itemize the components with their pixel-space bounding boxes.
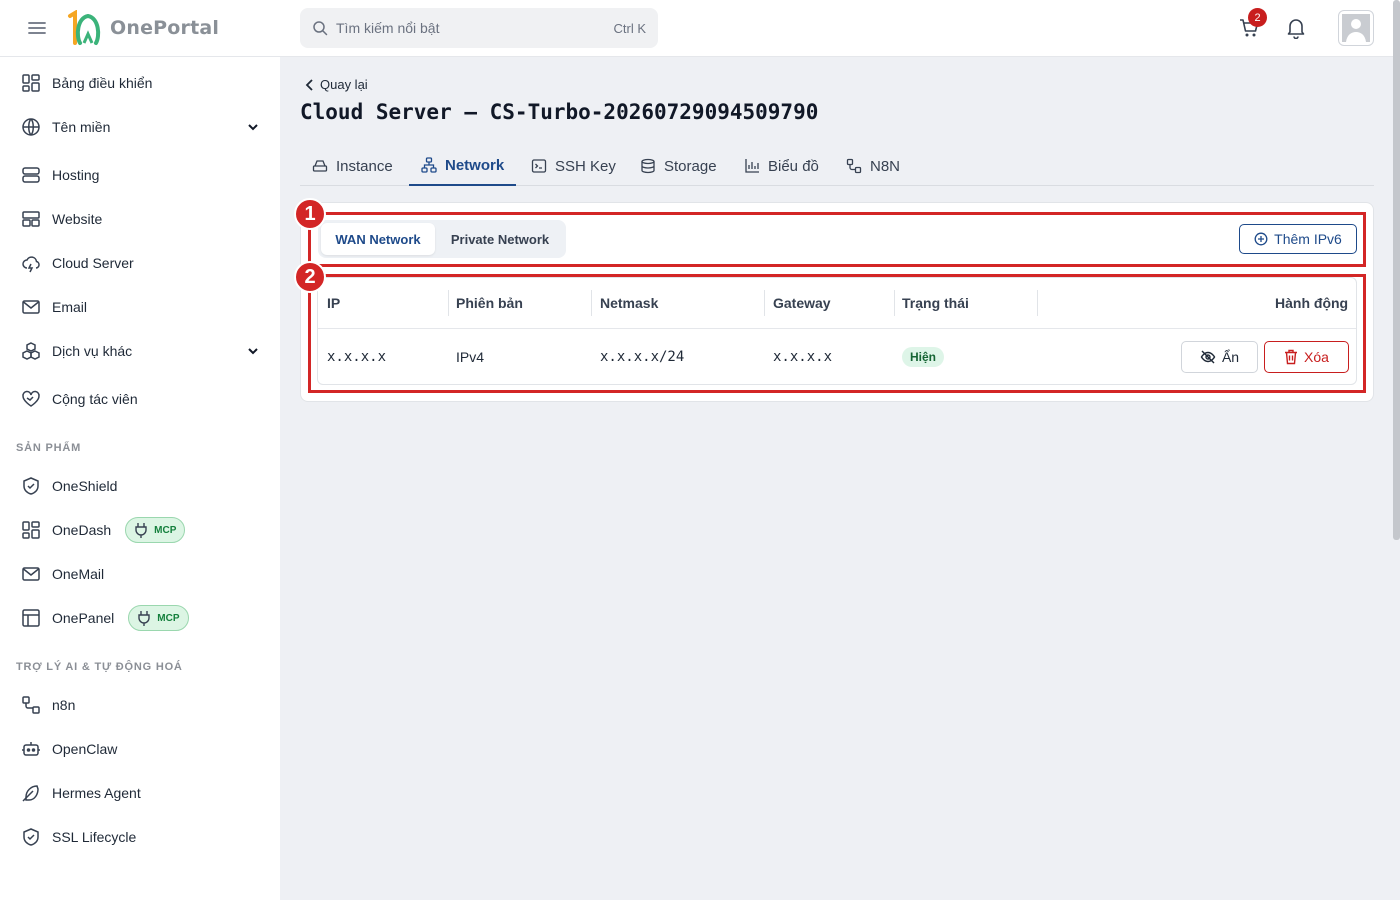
- drive-icon: [312, 160, 328, 172]
- section-title-ai: TRỢ LÝ AI & TỰ ĐỘNG HOÁ: [16, 661, 183, 673]
- sidebar-item-email[interactable]: Email: [20, 289, 270, 325]
- sidebar-item-label: OneDash: [52, 522, 112, 538]
- sidebar-item-label: Tên miền: [52, 119, 111, 135]
- website-icon: [22, 211, 40, 227]
- bot-icon: [22, 742, 40, 756]
- sidebar-item-label: Hermes Agent: [52, 785, 141, 801]
- server-icon: [22, 167, 40, 183]
- logo-mark-icon: [68, 10, 101, 45]
- sidebar-item-oneshield[interactable]: OneShield: [20, 468, 270, 504]
- dashboard-icon: [22, 521, 40, 539]
- sidebar-item-onepanel[interactable]: OnePanel MCP: [20, 600, 270, 636]
- search-input[interactable]: Tìm kiếm nổi bật Ctrl K: [300, 8, 658, 48]
- sidebar-item-label: n8n: [52, 697, 76, 713]
- annotation-badge-1: 1: [294, 198, 326, 230]
- sidebar-item-onedash[interactable]: OneDash MCP: [20, 512, 270, 548]
- menu-icon[interactable]: [28, 19, 46, 37]
- tab-bar: Instance Network SSH Key Storage Biểu đồ…: [300, 146, 1374, 186]
- sidebar-item-label: Cloud Server: [52, 255, 134, 271]
- mcp-badge: MCP: [128, 605, 189, 631]
- annotation-box-2: [308, 274, 1366, 393]
- page-title: Cloud Server — CS-Turbo-2026072909450979…: [300, 100, 819, 124]
- sidebar-item-domains[interactable]: Tên miền: [20, 109, 270, 145]
- mcp-badge: MCP: [125, 517, 186, 543]
- sidebar-item-label: Cộng tác viên: [52, 391, 138, 407]
- database-icon: [641, 158, 655, 174]
- sidebar-item-affiliates[interactable]: Cộng tác viên: [20, 381, 270, 417]
- mail-icon: [22, 300, 40, 314]
- tab-instance[interactable]: Instance: [312, 146, 393, 186]
- top-header: OnePortal Tìm kiếm nổi bật Ctrl K 2: [0, 0, 1400, 57]
- mail-icon: [22, 567, 40, 581]
- workflow-icon: [846, 158, 862, 174]
- search-shortcut: Ctrl K: [613, 20, 647, 36]
- sidebar-item-label: Website: [52, 211, 103, 227]
- workflow-icon: [22, 696, 40, 714]
- sidebar-item-label: OneShield: [52, 478, 118, 494]
- sidebar-item-hermes-agent[interactable]: Hermes Agent: [20, 775, 270, 811]
- sidebar-item-n8n[interactable]: n8n: [20, 687, 270, 723]
- chevron-left-icon: [305, 78, 313, 91]
- globe-icon: [22, 118, 40, 136]
- tab-n8n[interactable]: N8N: [846, 146, 900, 186]
- sidebar-item-onemail[interactable]: OneMail: [20, 556, 270, 592]
- sidebar-item-label: SSL Lifecycle: [52, 829, 137, 845]
- search-icon: [313, 21, 328, 36]
- sidebar-item-ssl-lifecycle[interactable]: SSL Lifecycle: [20, 819, 270, 855]
- network-icon: [421, 157, 437, 173]
- sidebar-item-other-services[interactable]: Dịch vụ khác: [20, 333, 270, 369]
- chevron-down-icon: [248, 124, 258, 131]
- sidebar-item-label: Email: [52, 299, 88, 315]
- panel-icon: [22, 609, 40, 627]
- tab-network[interactable]: Network: [409, 146, 517, 186]
- cloud-lightning-icon: [22, 256, 40, 273]
- shield-check-icon: [23, 828, 39, 846]
- sidebar-item-cloud-server[interactable]: Cloud Server: [20, 245, 270, 281]
- heart-handshake-icon: [22, 390, 40, 407]
- tab-storage[interactable]: Storage: [640, 146, 717, 186]
- plug-icon: [135, 523, 147, 538]
- sidebar-item-label: Dịch vụ khác: [52, 343, 133, 359]
- bell-icon[interactable]: [1286, 17, 1306, 39]
- section-title-products: SẢN PHẨM: [16, 442, 82, 454]
- terminal-icon: [531, 159, 547, 173]
- sidebar-item-openclaw[interactable]: OpenClaw: [20, 731, 270, 767]
- back-link[interactable]: Quay lại: [304, 77, 368, 92]
- feather-icon: [22, 785, 39, 802]
- back-label: Quay lại: [320, 77, 368, 92]
- sidebar-item-label: Hosting: [52, 167, 100, 183]
- sidebar-item-website[interactable]: Website: [20, 201, 270, 237]
- search-placeholder: Tìm kiếm nổi bật: [336, 20, 440, 36]
- sidebar-item-label: OpenClaw: [52, 741, 118, 757]
- logo-text: OnePortal: [110, 17, 220, 39]
- cart-count-badge: 2: [1248, 8, 1267, 27]
- sidebar-item-label: Bảng điều khiển: [52, 75, 153, 91]
- tab-ssh-key[interactable]: SSH Key: [531, 146, 616, 186]
- sidebar-item-label: OnePanel: [52, 610, 115, 626]
- chevron-down-icon: [248, 348, 258, 355]
- annotation-box-1: [308, 212, 1366, 267]
- logo[interactable]: OnePortal: [64, 10, 219, 46]
- tab-charts[interactable]: Biểu đồ: [744, 146, 819, 186]
- sidebar-item-hosting[interactable]: Hosting: [20, 157, 270, 193]
- annotation-badge-2: 2: [294, 261, 326, 293]
- sidebar-item-dashboard[interactable]: Bảng điều khiển: [20, 65, 270, 101]
- bar-chart-icon: [745, 159, 759, 173]
- shield-check-icon: [23, 477, 39, 495]
- avatar[interactable]: [1338, 10, 1374, 46]
- cubes-icon: [22, 342, 40, 360]
- sidebar-item-label: OneMail: [52, 566, 105, 582]
- dashboard-icon: [22, 74, 40, 92]
- user-avatar-icon: [1342, 14, 1370, 42]
- sidebar: Bảng điều khiển Tên miền Hosting Website…: [0, 57, 280, 900]
- plug-icon: [138, 611, 150, 626]
- scrollbar[interactable]: [1393, 0, 1400, 540]
